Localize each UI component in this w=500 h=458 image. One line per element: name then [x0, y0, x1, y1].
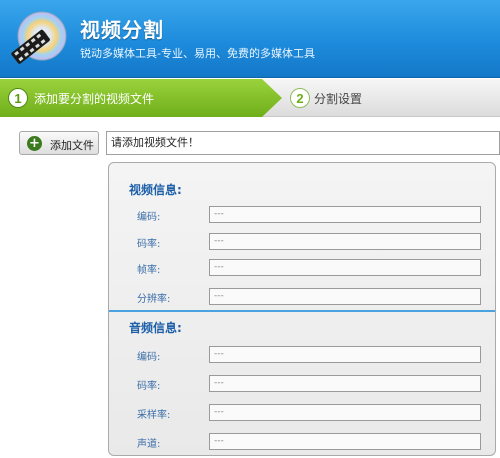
video-framerate-field: ---: [209, 259, 481, 276]
video-bitrate-field: ---: [209, 233, 481, 250]
app-title: 视频分割: [80, 18, 164, 42]
step-1-label: 添加要分割的视频文件: [34, 92, 155, 106]
file-path-input[interactable]: 请添加视频文件！: [106, 131, 500, 155]
section-divider: [109, 310, 495, 312]
audio-codec-label: 编码:: [137, 352, 161, 363]
step-2-number: 2: [290, 88, 310, 108]
media-info-panel: 视频信息: 编码: --- 码率: --- 帧率: --- 分辨率: --- 音…: [108, 162, 496, 456]
audio-channels-label: 声道:: [137, 439, 161, 450]
step-1-tab[interactable]: 1 添加要分割的视频文件: [0, 79, 282, 117]
audio-samplerate-field: ---: [209, 404, 481, 421]
step-1-number: 1: [8, 88, 28, 108]
film-disc-logo-icon: [11, 11, 67, 64]
app-subtitle: 锐动多媒体工具-专业、易用、免费的多媒体工具: [80, 47, 315, 60]
plus-icon: +: [27, 136, 42, 151]
step-bar: 1 添加要分割的视频文件 2 分割设置: [0, 79, 500, 117]
video-framerate-label: 帧率:: [137, 265, 161, 276]
audio-bitrate-label: 码率:: [137, 381, 161, 392]
app-header: 视频分割 锐动多媒体工具-专业、易用、免费的多媒体工具: [0, 0, 500, 78]
audio-samplerate-label: 采样率:: [137, 410, 171, 421]
step-2-label: 分割设置: [314, 92, 363, 106]
audio-codec-field: ---: [209, 346, 481, 363]
video-codec-label: 编码:: [137, 212, 161, 223]
add-file-label: 添加文件: [50, 139, 94, 152]
audio-info-title: 音频信息:: [129, 321, 182, 335]
video-resolution-label: 分辨率:: [137, 294, 171, 305]
add-file-button[interactable]: + 添加文件: [19, 131, 99, 155]
audio-channels-field: ---: [209, 433, 481, 450]
audio-bitrate-field: ---: [209, 375, 481, 392]
video-codec-field: ---: [209, 206, 481, 223]
video-bitrate-label: 码率:: [137, 239, 161, 250]
video-info-title: 视频信息:: [129, 183, 182, 197]
video-resolution-field: ---: [209, 288, 481, 305]
